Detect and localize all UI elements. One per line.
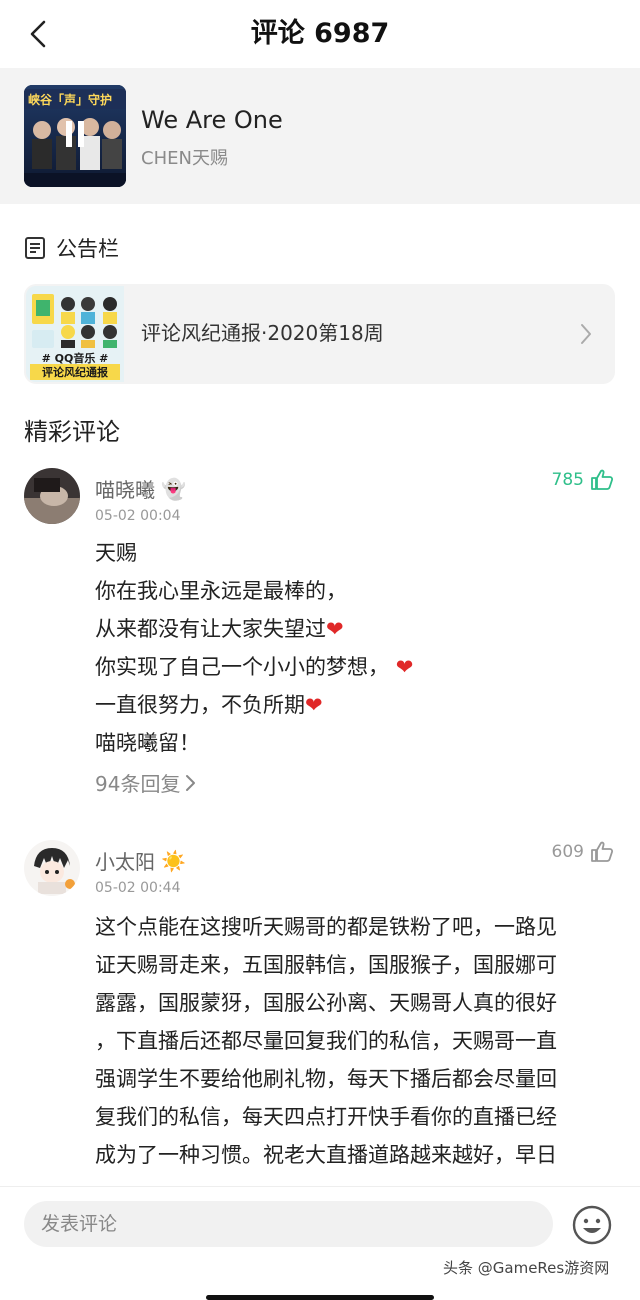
home-indicator: [206, 1295, 434, 1300]
comment-line: 证天赐哥走来，五国服韩信，国服猴子，国服娜可: [95, 953, 557, 977]
notice-heading: 公告栏: [56, 237, 119, 261]
like-count: 609: [551, 842, 584, 862]
notice-board-icon: [25, 237, 45, 259]
heart-emoji-icon: ❤: [326, 617, 344, 641]
comment-line: 天赐: [95, 541, 137, 565]
bottom-bar: 头条 @GameRes游资网: [0, 1186, 640, 1300]
comment-line-text: 一直很努力，不负所期: [95, 693, 305, 717]
notice-item[interactable]: # QQ音乐 # 评论风纪通报 评论风纪通报·2020第18周: [24, 284, 615, 384]
smiley-icon: [572, 1205, 612, 1245]
comment-time: 05-02 00:44: [95, 880, 181, 896]
emoji-button[interactable]: [571, 1204, 613, 1246]
album-cover[interactable]: 峡谷「声」守护: [24, 85, 126, 187]
comment-line: 喵晓曦留！: [95, 731, 200, 755]
heart-emoji-icon: ❤: [305, 693, 323, 717]
comment-username[interactable]: 喵晓曦 👻: [95, 474, 186, 503]
top-bar: 评论 6987: [0, 0, 640, 68]
heart-emoji-icon: ❤: [395, 655, 414, 679]
thumbs-up-icon: [591, 469, 614, 490]
sun-emoji-icon: ☀️: [161, 848, 186, 873]
view-replies-link[interactable]: 94条回复: [95, 768, 198, 797]
like-button[interactable]: 785: [552, 468, 614, 492]
chevron-right-icon: [186, 774, 196, 791]
section-title-featured: 精彩评论: [24, 418, 120, 446]
comment-line: 你在我心里永远是最棒的，: [95, 579, 347, 603]
like-button[interactable]: 609: [552, 840, 614, 864]
username-text[interactable]: 小太阳: [95, 846, 155, 875]
chevron-right-icon: [581, 324, 591, 344]
comment-line: 强调学生不要给他刷礼物，每天下播后都会尽量回: [95, 1067, 557, 1091]
song-artist[interactable]: CHEN天赐: [141, 144, 228, 170]
like-count: 785: [551, 470, 584, 490]
comment-line-text: 从来都没有让大家失望过: [95, 617, 326, 641]
comment-line-with-heart: 一直很努力，不负所期❤: [95, 686, 620, 724]
cover-title-text: 峡谷「声」守护: [28, 93, 113, 107]
notice-text: 评论风纪通报·2020第18周: [141, 321, 384, 345]
comment-line-text: 你实现了自己一个小小的梦想，: [95, 655, 389, 679]
comment-body: 天赐 你在我心里永远是最棒的， 从来都没有让大家失望过❤ 你实现了自己一个小小的…: [95, 534, 620, 762]
comment-line: 这个点能在这搜听天赐哥的都是铁粉了吧，一路见: [95, 915, 557, 939]
avatar[interactable]: [24, 840, 80, 896]
song-title[interactable]: We Are One: [141, 106, 283, 134]
comment-input[interactable]: [24, 1201, 553, 1247]
comment-body: 这个点能在这搜听天赐哥的都是铁粉了吧，一路见 证天赐哥走来，五国服韩信，国服猴子…: [95, 908, 620, 1174]
page-title: 评论 6987: [250, 18, 390, 49]
notice-thumbnail: # QQ音乐 # 评论风纪通报: [26, 286, 124, 382]
username-text[interactable]: 喵晓曦: [95, 474, 155, 503]
avatar[interactable]: [24, 468, 80, 524]
notice-thumb-caption-2: 评论风纪通报: [30, 364, 120, 380]
song-card[interactable]: 峡谷「声」守护 We Are One CHEN天赐: [0, 68, 640, 204]
comment-line: 复我们的私信，每天四点打开快手看你的直播已经: [95, 1105, 557, 1129]
watermark: 头条 @GameRes游资网: [443, 1259, 610, 1277]
comment-time: 05-02 00:04: [95, 508, 181, 524]
comment-item: 小太阳 ☀️ 05-02 00:44 609 这个点能在这搜听天赐哥的都是铁粉了…: [0, 838, 640, 1186]
ghost-emoji-icon: 👻: [161, 476, 186, 501]
comment-line-with-heart: 你实现了自己一个小小的梦想， ❤: [95, 648, 620, 686]
comment-line-with-heart: 从来都没有让大家失望过❤: [95, 610, 620, 648]
comment-line: ，下直播后还都尽量回复我们的私信，天赐哥一直: [95, 1029, 557, 1053]
notice-header: 公告栏: [24, 232, 119, 264]
replies-count[interactable]: 94条回复: [95, 768, 180, 797]
thumbs-up-icon: [591, 841, 614, 862]
comment-line: 成为了一种习惯。祝老大直播道路越来越好，早日: [95, 1143, 557, 1167]
comment-username[interactable]: 小太阳 ☀️: [95, 846, 186, 875]
comment-line: 露露，国服蒙犽，国服公孙离、天赐哥人真的很好: [95, 991, 557, 1015]
comment-item: 喵晓曦 👻 05-02 00:04 785 天赐 你在我心里永远是最棒的， 从来…: [0, 466, 640, 806]
